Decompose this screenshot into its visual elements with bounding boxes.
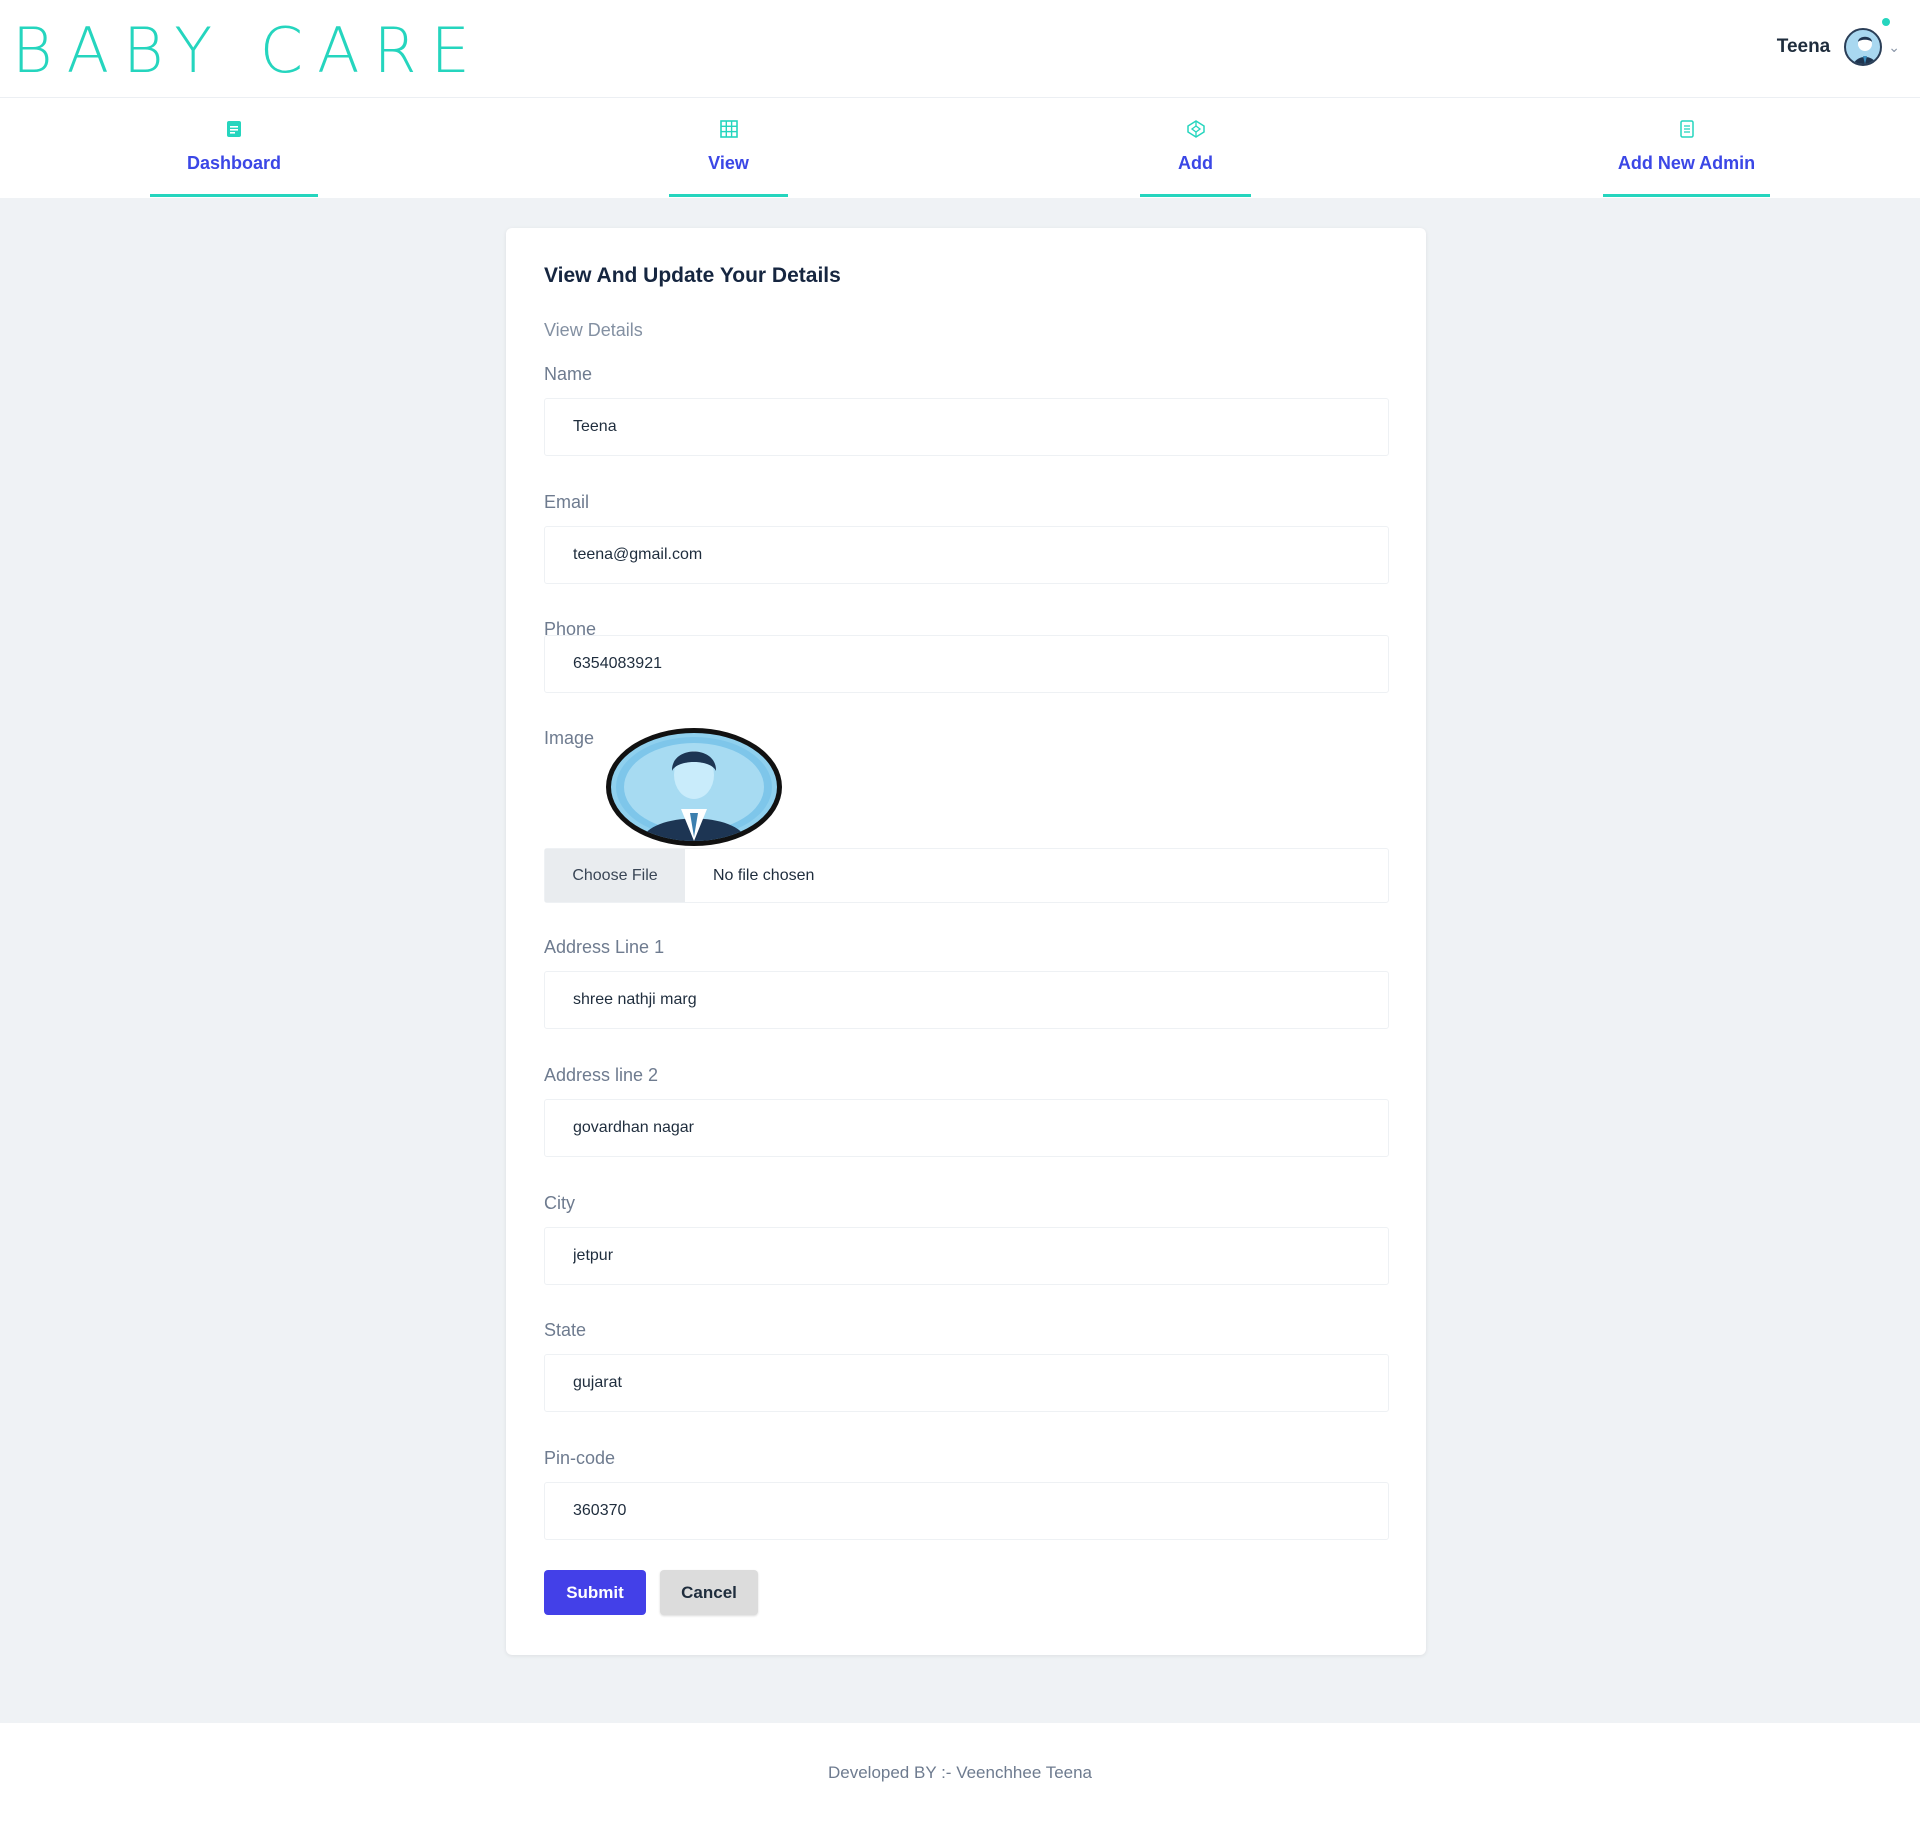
logo[interactable]: BABY CARE [12, 16, 484, 86]
document-icon [227, 121, 241, 137]
pincode-field[interactable] [544, 1482, 1389, 1540]
email-label: Email [544, 492, 590, 512]
nav-item-dashboard[interactable]: Dashboard [150, 99, 318, 197]
city-label: City [544, 1193, 575, 1213]
person-avatar-icon [616, 737, 772, 841]
nav-label-dashboard: Dashboard [186, 153, 282, 173]
address2-field[interactable] [544, 1099, 1389, 1157]
nav-label-add-new-admin: Add New Admin [1617, 153, 1756, 173]
nav-item-add[interactable]: Add [1140, 99, 1251, 197]
file-status: No file chosen [713, 866, 815, 884]
submit-button[interactable]: Submit [544, 1570, 646, 1615]
profile-image [606, 728, 782, 846]
page-title: View And Update Your Details [544, 264, 841, 287]
user-menu[interactable]: Teena ⌄ [1777, 28, 1900, 66]
avatar[interactable] [1844, 28, 1883, 66]
main-content: View And Update Your Details View Detail… [0, 198, 1920, 1723]
section-subtitle: View Details [544, 320, 643, 340]
cancel-button[interactable]: Cancel [660, 1570, 758, 1615]
user-avatar-icon [1854, 36, 1877, 64]
top-bar: BABY CARE Teena ⌄ [0, 0, 1920, 98]
address1-label: Address Line 1 [544, 937, 665, 957]
file-upload[interactable]: Choose File No file chosen [544, 848, 1389, 903]
phone-field[interactable] [544, 635, 1389, 693]
details-card: View And Update Your Details View Detail… [506, 228, 1426, 1655]
nav-item-add-new-admin[interactable]: Add New Admin [1603, 99, 1770, 197]
nav-label-view: View [708, 153, 749, 173]
main-nav: Dashboard View Add Add New Admin [0, 99, 1920, 197]
name-label: Name [544, 364, 593, 384]
email-field[interactable] [544, 526, 1389, 584]
name-field[interactable] [544, 398, 1389, 456]
nav-item-view[interactable]: View [669, 99, 788, 197]
table-icon [719, 120, 738, 138]
image-label: Image [544, 728, 595, 748]
address1-field[interactable] [544, 971, 1389, 1029]
codepen-icon [1186, 120, 1205, 138]
user-name[interactable]: Teena [1777, 36, 1831, 58]
footer: Developed BY :- Veenchhee Teena [0, 1723, 1920, 1840]
state-field[interactable] [544, 1354, 1389, 1412]
online-status-icon [1882, 18, 1890, 26]
pincode-label: Pin-code [544, 1448, 616, 1468]
chevron-down-icon[interactable]: ⌄ [1888, 39, 1900, 56]
choose-file-button[interactable]: Choose File [545, 849, 685, 902]
file-text-icon [1679, 120, 1694, 138]
city-field[interactable] [544, 1227, 1389, 1285]
nav-label-add: Add [1178, 153, 1213, 173]
address2-label: Address line 2 [544, 1065, 659, 1085]
state-label: State [544, 1320, 587, 1340]
footer-credit: Developed BY :- Veenchhee Teena [827, 1763, 1093, 1782]
